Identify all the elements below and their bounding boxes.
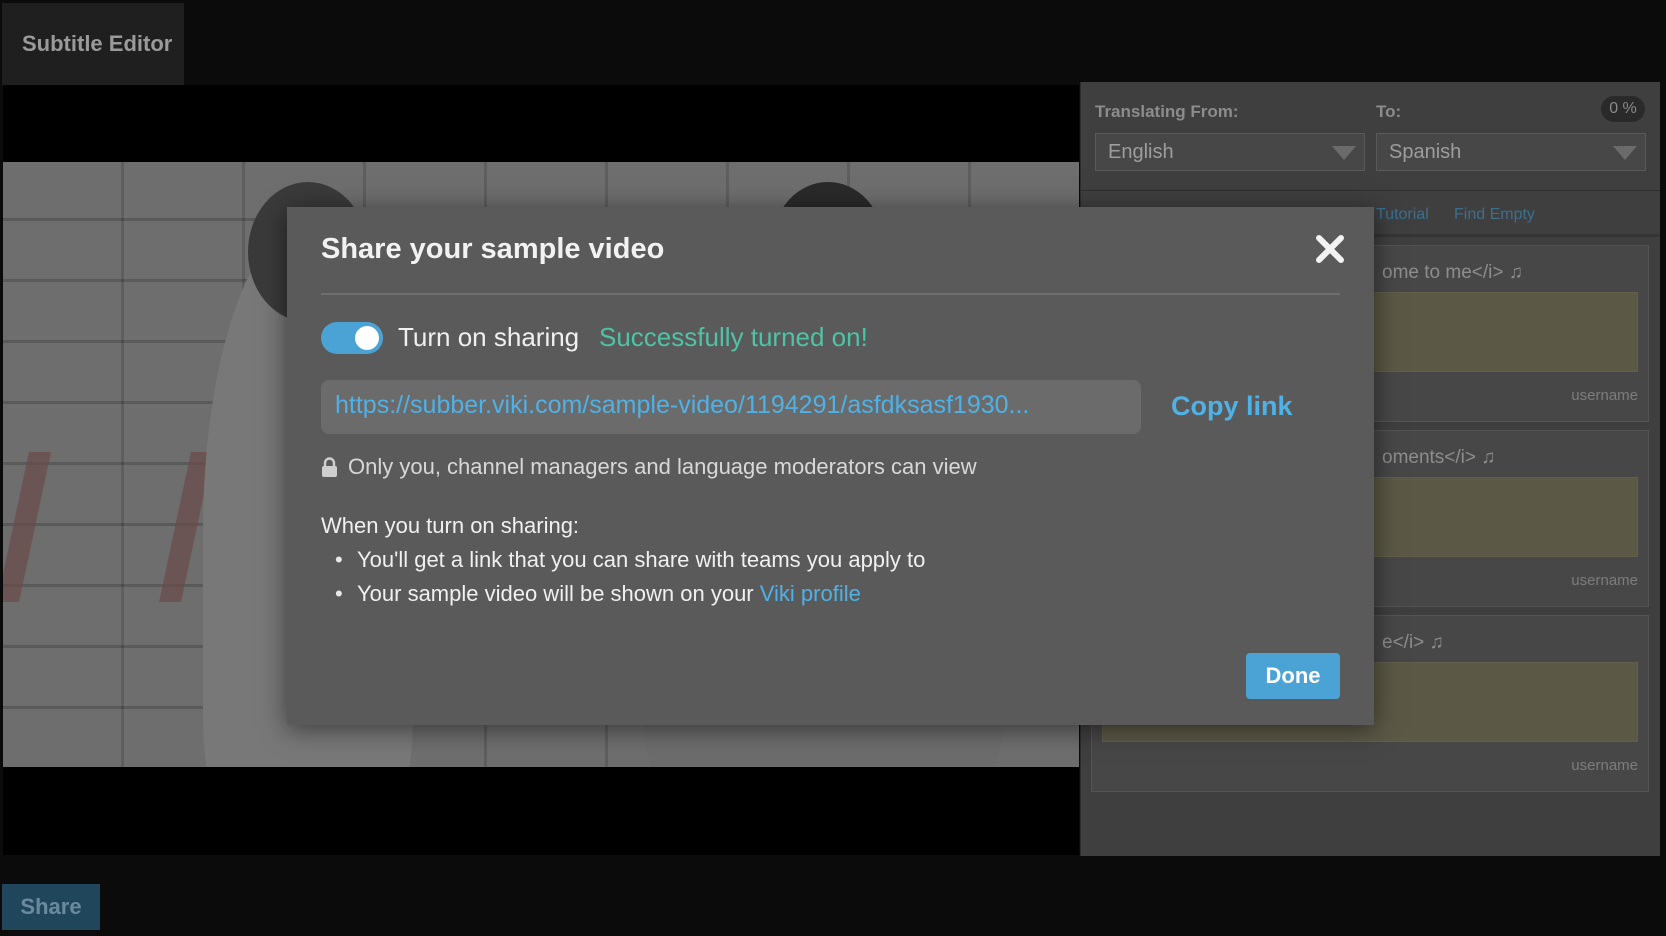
- done-button[interactable]: Done: [1246, 653, 1340, 699]
- share-sample-video-dialog: Share your sample video Turn on sharing …: [287, 207, 1374, 725]
- tab-title: Subtitle Editor: [22, 31, 173, 56]
- sharing-info-list: You'll get a link that you can share wit…: [321, 547, 925, 615]
- copy-link-button[interactable]: Copy link: [1171, 391, 1293, 422]
- privacy-note-text: Only you, channel managers and language …: [348, 454, 977, 479]
- subtitle-author: username: [1571, 387, 1638, 404]
- close-icon: [1316, 235, 1344, 263]
- progress-badge: 0 %: [1601, 96, 1645, 122]
- toggle-knob: [355, 326, 379, 350]
- sharing-toggle[interactable]: [321, 322, 383, 354]
- subtitle-editor-tab[interactable]: Subtitle Editor: [2, 3, 184, 85]
- share-button[interactable]: Share: [2, 884, 100, 930]
- dialog-divider: [321, 293, 1340, 295]
- subtitle-source-text: ome to me</i> ♫: [1382, 262, 1523, 283]
- target-language-select[interactable]: Spanish: [1376, 133, 1646, 171]
- share-url-field[interactable]: https://subber.viki.com/sample-video/119…: [321, 380, 1141, 434]
- bullet-text: Your sample video will be shown on your: [357, 581, 760, 606]
- viki-profile-link[interactable]: Viki profile: [760, 581, 861, 606]
- translating-from-label: Translating From:: [1095, 102, 1239, 121]
- source-language-value: English: [1108, 141, 1174, 163]
- sharing-toggle-label: Turn on sharing: [398, 322, 580, 352]
- source-language-select[interactable]: English: [1095, 133, 1365, 171]
- close-button[interactable]: [1313, 232, 1347, 266]
- bullet-text: You'll get a link that you can share wit…: [357, 547, 926, 572]
- dialog-title: Share your sample video: [321, 233, 665, 265]
- list-item: Your sample video will be shown on your …: [321, 581, 925, 615]
- sharing-status-message: Successfully turned on!: [599, 322, 868, 352]
- panel-divider: [1081, 190, 1660, 191]
- subtitle-source-text: oments</i> ♫: [1382, 447, 1496, 468]
- target-language-value: Spanish: [1389, 141, 1462, 163]
- list-item: You'll get a link that you can share wit…: [321, 547, 925, 581]
- lock-icon: [322, 457, 337, 477]
- find-empty-link[interactable]: Find Empty: [1454, 206, 1535, 224]
- tutorial-link[interactable]: Tutorial: [1376, 206, 1429, 224]
- subtitle-author: username: [1571, 572, 1638, 589]
- sharing-info-heading: When you turn on sharing:: [321, 513, 580, 538]
- subtitle-author: username: [1571, 757, 1638, 774]
- wall-graffiti: [3, 452, 213, 602]
- privacy-note: Only you, channel managers and language …: [321, 454, 977, 480]
- subtitle-source-text: e</i> ♫: [1382, 632, 1444, 653]
- chevron-down-icon: [1332, 146, 1356, 160]
- to-label: To:: [1376, 102, 1402, 121]
- chevron-down-icon: [1613, 146, 1637, 160]
